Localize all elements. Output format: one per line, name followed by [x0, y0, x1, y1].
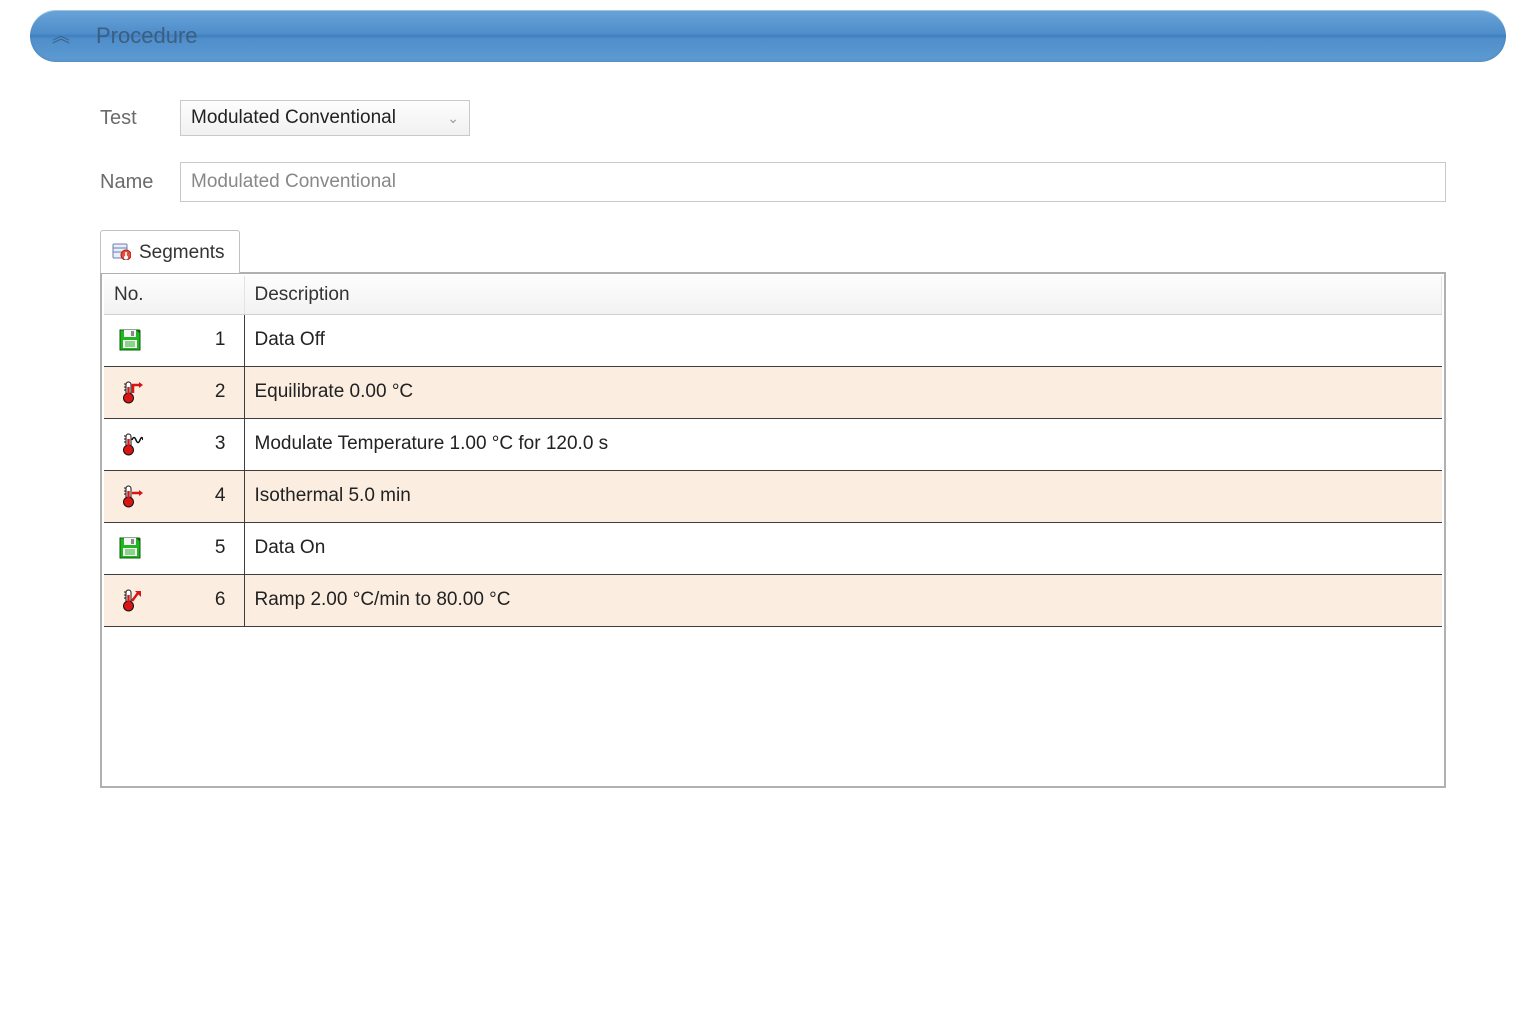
cell-description[interactable]: Isothermal 5.0 min	[244, 470, 1442, 522]
procedure-panel-header[interactable]: ︽ Procedure	[30, 10, 1506, 62]
segments-tab-icon	[111, 240, 131, 266]
cell-description[interactable]: Ramp 2.00 °C/min to 80.00 °C	[244, 574, 1442, 626]
tab-segments-label: Segments	[139, 242, 225, 264]
cell-no[interactable]: 3	[104, 418, 244, 470]
table-row[interactable]: 2 Equilibrate 0.00 °C	[104, 366, 1442, 418]
cell-no[interactable]: 4	[104, 470, 244, 522]
thermometer-equilibrate-icon	[116, 378, 144, 406]
test-label: Test	[100, 107, 180, 130]
segments-table-container: No. Description 1 Data Off 2 Equilibrate 0.…	[100, 272, 1446, 788]
row-number: 3	[156, 433, 236, 455]
name-input[interactable]	[180, 162, 1446, 202]
cell-description[interactable]: Modulate Temperature 1.00 °C for 120.0 s	[244, 418, 1442, 470]
thermometer-modulate-icon	[116, 430, 144, 458]
cell-no[interactable]: 6	[104, 574, 244, 626]
cell-description[interactable]: Data On	[244, 522, 1442, 574]
cell-no[interactable]: 5	[104, 522, 244, 574]
row-number: 1	[156, 329, 236, 351]
test-combobox[interactable]: Modulated Conventional ⌄	[180, 100, 470, 136]
row-number: 2	[156, 381, 236, 403]
floppy-disk-icon	[116, 534, 144, 562]
row-number: 5	[156, 537, 236, 559]
column-header-description[interactable]: Description	[244, 276, 1442, 314]
cell-description[interactable]: Data Off	[244, 314, 1442, 366]
name-label: Name	[100, 171, 180, 194]
panel-title: Procedure	[96, 23, 198, 49]
segments-table[interactable]: No. Description 1 Data Off 2 Equilibrate 0.…	[104, 276, 1442, 627]
table-row[interactable]: 1 Data Off	[104, 314, 1442, 366]
table-row[interactable]: 3 Modulate Temperature 1.00 °C for 120.0 …	[104, 418, 1442, 470]
thermometer-isothermal-icon	[116, 482, 144, 510]
test-combobox-value: Modulated Conventional	[191, 107, 396, 129]
collapse-chevron-icon[interactable]: ︽	[52, 27, 70, 45]
row-number: 4	[156, 485, 236, 507]
row-number: 6	[156, 589, 236, 611]
table-row[interactable]: 6 Ramp 2.00 °C/min to 80.00 °C	[104, 574, 1442, 626]
table-row[interactable]: 5 Data On	[104, 522, 1442, 574]
table-row[interactable]: 4 Isothermal 5.0 min	[104, 470, 1442, 522]
thermometer-ramp-icon	[116, 586, 144, 614]
chevron-down-icon: ⌄	[447, 111, 459, 125]
column-header-no[interactable]: No.	[104, 276, 244, 314]
cell-no[interactable]: 1	[104, 314, 244, 366]
tab-segments[interactable]: Segments	[100, 230, 240, 273]
cell-description[interactable]: Equilibrate 0.00 °C	[244, 366, 1442, 418]
floppy-disk-icon	[116, 326, 144, 354]
cell-no[interactable]: 2	[104, 366, 244, 418]
